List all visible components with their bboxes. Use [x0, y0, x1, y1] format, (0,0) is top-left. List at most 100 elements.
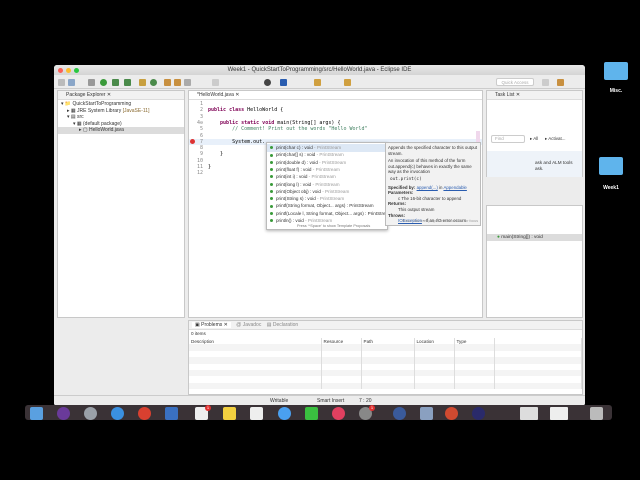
- method-icon: [270, 175, 273, 179]
- desktop-folder-misc[interactable]: Misc.: [601, 88, 631, 94]
- code-line-5[interactable]: // Comment! Print out the words "Hello W…: [208, 126, 367, 132]
- messages-icon[interactable]: [278, 407, 291, 420]
- column-label: Path: [363, 338, 373, 344]
- coverage-icon[interactable]: [112, 79, 119, 86]
- eclipse-window: Week1 - QuickStartToProgramming/src/Hell…: [54, 65, 585, 406]
- notes-icon[interactable]: [223, 407, 236, 420]
- tab-problems[interactable]: ▣ Problems ✕: [192, 322, 231, 328]
- error-marker-icon[interactable]: [190, 139, 195, 144]
- open-type-icon[interactable]: [164, 79, 171, 86]
- itunes-icon[interactable]: [332, 407, 345, 420]
- run-icon[interactable]: [100, 79, 107, 86]
- facetime-icon[interactable]: [305, 407, 318, 420]
- outline-item-label: main(String[]) : void: [501, 235, 543, 240]
- powerpoint-icon[interactable]: [445, 407, 458, 420]
- save-icon[interactable]: [68, 79, 75, 86]
- connect-mylyn-section: ask and ALM tools ask.: [487, 151, 582, 177]
- eclipse-icon[interactable]: [472, 407, 485, 420]
- tab-package-explorer[interactable]: Package Explorer ✕: [58, 91, 184, 100]
- keyword: public static void: [208, 119, 275, 126]
- back-icon[interactable]: [344, 79, 351, 86]
- app-icon[interactable]: [393, 407, 406, 420]
- code-line-9[interactable]: }: [208, 151, 223, 157]
- open-perspective-icon[interactable]: [542, 79, 549, 86]
- desktop-folder-week1[interactable]: Week1: [596, 185, 626, 191]
- proposal-signature: print(long l) : void: [276, 181, 312, 187]
- next-annotation-icon[interactable]: [314, 79, 321, 86]
- tab-javadoc[interactable]: @ Javadoc: [236, 322, 261, 328]
- append-link[interactable]: append(...): [417, 185, 438, 190]
- search-icon[interactable]: [184, 79, 191, 86]
- column-label: Location: [416, 338, 434, 344]
- package-label: (default package): [83, 120, 122, 127]
- trash-icon[interactable]: [590, 407, 603, 420]
- display-icon[interactable]: [280, 79, 287, 86]
- tab-declaration[interactable]: ▤ Declaration: [267, 322, 298, 328]
- proposal-signature: println() : void: [276, 218, 304, 223]
- proposal-signature: print(String s) : void: [276, 196, 316, 202]
- debug-icon[interactable]: [88, 79, 95, 86]
- launchpad-icon[interactable]: [84, 407, 97, 420]
- task-list-panel: Task List ✕ Find ▸ All ▸ Activat... ask …: [486, 90, 583, 177]
- external-tools-icon[interactable]: [124, 79, 131, 86]
- folder-icon[interactable]: [599, 157, 623, 175]
- method-icon: [270, 146, 273, 150]
- pin-icon[interactable]: [264, 79, 271, 86]
- mark-occurrences-icon[interactable]: [212, 79, 219, 86]
- problems-table: Description Resource Path Location Type: [189, 338, 582, 390]
- safari-icon[interactable]: [111, 407, 124, 420]
- tab-task-list[interactable]: Task List ✕: [487, 91, 582, 100]
- jre-label: JRE System Library: [77, 107, 122, 114]
- downloads-icon[interactable]: [550, 407, 568, 420]
- javadoc-invocation: An invocation of this method of the form…: [388, 158, 472, 175]
- proposal-type: - PrintStream: [311, 166, 340, 172]
- file-label: HelloWorld.java: [89, 127, 124, 133]
- zoom-button[interactable]: [74, 68, 79, 73]
- proposal-type: - PrintStream: [307, 174, 336, 180]
- code-line-7[interactable]: System.out.: [208, 139, 265, 145]
- new-package-icon[interactable]: [139, 79, 146, 86]
- siri-icon[interactable]: [57, 407, 70, 420]
- method-icon: [270, 168, 273, 172]
- code-line-11[interactable]: }: [208, 164, 211, 170]
- proposal-type: - PrintStream: [303, 218, 333, 223]
- javadoc-code: out.print(c): [390, 176, 422, 182]
- photos-app-icon[interactable]: [165, 407, 178, 420]
- calendar-badge: 1: [205, 405, 211, 411]
- javadoc-hover: Appends the specified character to this …: [385, 142, 481, 226]
- title-bar: Week1 - QuickStartToProgramming/src/Hell…: [54, 65, 585, 75]
- tab-helloworld-java[interactable]: *HelloWorld.java ✕: [189, 91, 482, 100]
- appendable-link[interactable]: Appendable: [443, 185, 466, 190]
- proposal-type: - PrintStream: [320, 188, 350, 194]
- tree-item-helloworld[interactable]: ▸ ▢ HelloWorld.java: [58, 127, 184, 134]
- close-button[interactable]: [58, 68, 63, 73]
- reminders-icon[interactable]: [250, 407, 263, 420]
- finder-icon[interactable]: [30, 407, 43, 420]
- preview-icon[interactable]: [420, 407, 433, 420]
- java-perspective-icon[interactable]: [557, 79, 564, 86]
- task-find-input[interactable]: Find: [491, 135, 525, 143]
- method-icon: [270, 182, 273, 186]
- outline-item-main[interactable]: ● main(String[]) : void: [487, 234, 582, 241]
- activate-link[interactable]: ▸ Activat...: [545, 136, 566, 142]
- open-task-icon[interactable]: [174, 79, 181, 86]
- method-icon: [270, 219, 273, 223]
- code-line-2[interactable]: public class HelloWorld {: [208, 107, 283, 113]
- tab-label: Package Explorer: [66, 92, 106, 98]
- new-icon[interactable]: [58, 79, 65, 86]
- proposal-signature: print(char[] s) : void: [276, 152, 316, 158]
- proposal-type: - PrintStream: [317, 159, 347, 165]
- chrome-icon[interactable]: [138, 407, 151, 420]
- quick-access-input[interactable]: Quick Access: [496, 78, 534, 86]
- javadoc-footer: Press 'Tab' from proposal table or click…: [401, 219, 478, 224]
- document-icon[interactable]: [520, 407, 538, 420]
- column-label: Type: [456, 338, 467, 344]
- params-label: Parameters:: [388, 190, 414, 196]
- filter-all-link[interactable]: ▸ All: [530, 136, 538, 142]
- code-text: main(String[] args) {: [274, 119, 341, 126]
- minimize-button[interactable]: [66, 68, 71, 73]
- method-icon: [270, 160, 273, 164]
- folder-icon[interactable]: [604, 62, 628, 80]
- new-class-icon[interactable]: [150, 79, 157, 86]
- connect-text-2: ask.: [535, 166, 544, 171]
